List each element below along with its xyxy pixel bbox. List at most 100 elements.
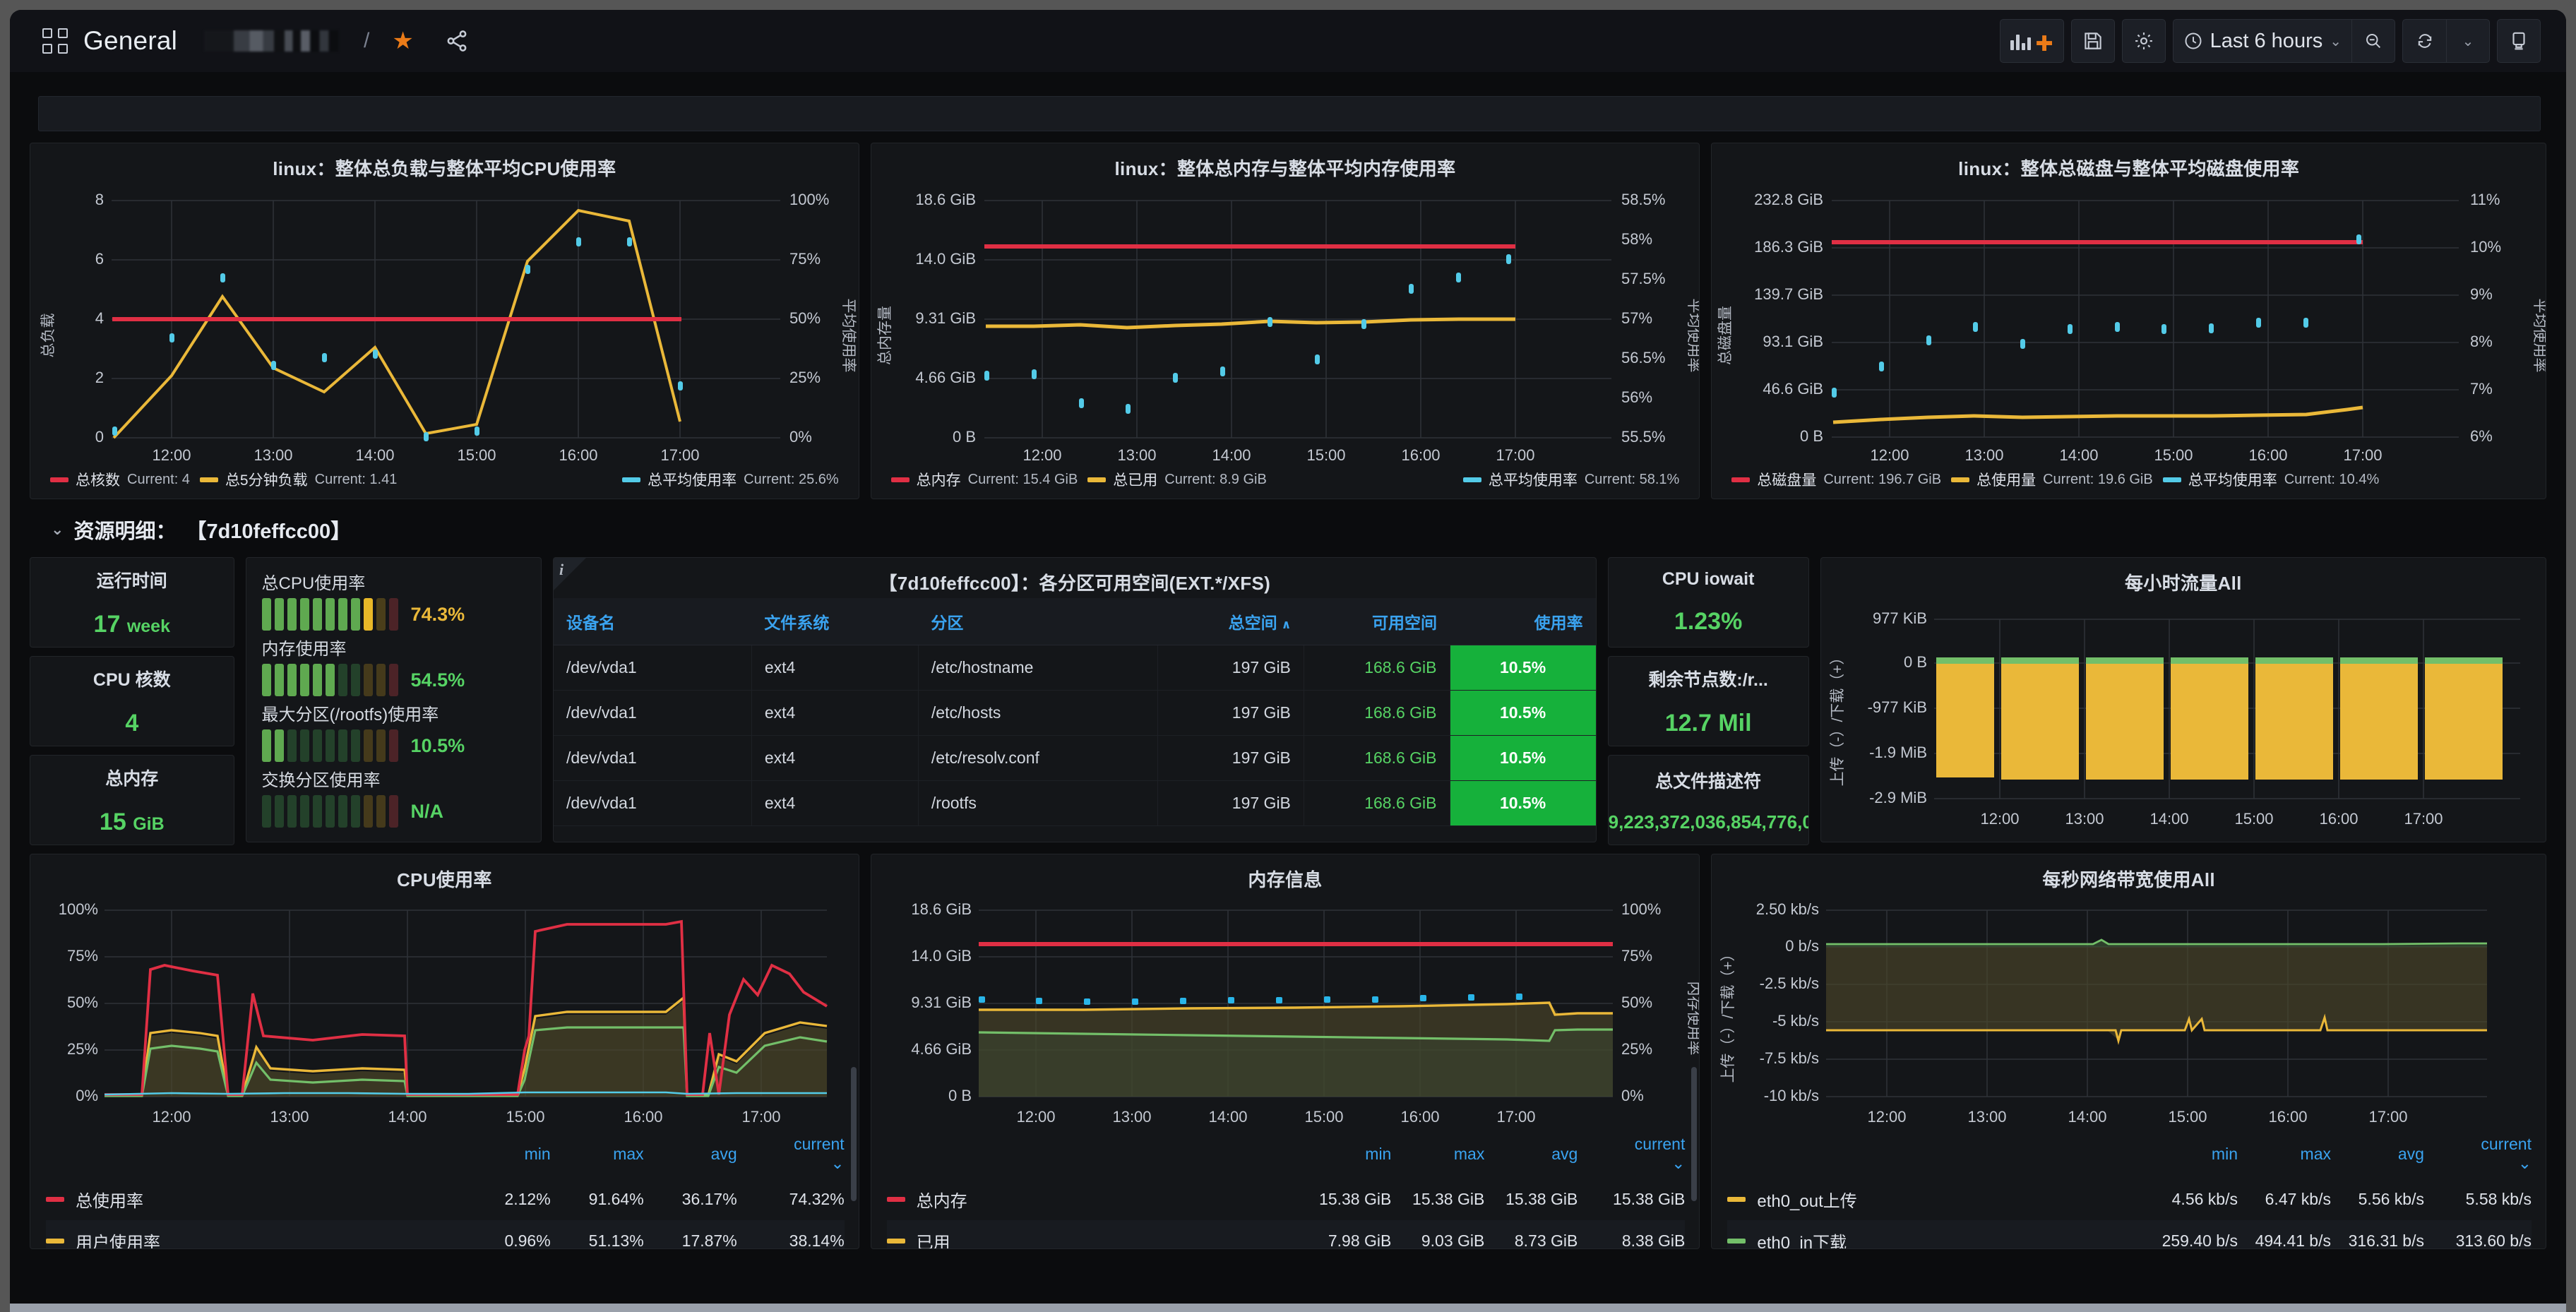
legend-row[interactable]: 总内存 15.38 GiB 15.38 GiB 15.38 GiB 15.38 … xyxy=(886,1179,1685,1220)
panel-cpu-usage[interactable]: CPU使用率 100% 75% 50% 25% 0% 12:00 13:00 1… xyxy=(30,854,859,1249)
horizontal-scrollbar[interactable] xyxy=(10,1304,2566,1312)
stat-cpu-iowait[interactable]: CPU iowait 1.23% xyxy=(1607,557,1809,648)
legend-min: 7.98 GiB xyxy=(1328,1232,1392,1249)
stat-free-inodes[interactable]: 剩余节点数:/r... 12.7 Mil xyxy=(1607,656,1809,746)
folder-name[interactable]: General xyxy=(83,26,177,56)
svg-text:12:00: 12:00 xyxy=(152,446,191,464)
legend-col-min[interactable]: min xyxy=(458,1145,551,1164)
svg-text:12:00: 12:00 xyxy=(152,1108,191,1126)
bar-gauge-cpu[interactable]: 总CPU使用率 74.3% xyxy=(261,569,525,631)
legend-row[interactable]: 用户使用率 0.96% 51.13% 17.87% 38.14% xyxy=(46,1220,845,1248)
save-dashboard-button[interactable] xyxy=(2070,19,2115,63)
col-filesystem[interactable]: 文件系统 xyxy=(751,598,919,645)
svg-text:17:00: 17:00 xyxy=(1496,1108,1535,1126)
panel-linux-load-cpu[interactable]: linux：整体总负载与整体平均CPU使用率 总负载 平均使用率 8 6 4 2… xyxy=(30,143,859,499)
svg-text:14:00: 14:00 xyxy=(1208,1108,1247,1126)
col-device[interactable]: 设备名 xyxy=(553,598,752,645)
svg-text:上传（-）/下载（+）: 上传（-）/下载（+） xyxy=(1830,650,1846,786)
legend-col-avg[interactable]: avg xyxy=(644,1145,737,1164)
panel-network-bandwidth[interactable]: 每秒网络带宽使用All 上传（-）/下载（+） 2.50 kb/s 0 b/s … xyxy=(1711,854,2546,1249)
legend-row[interactable]: eth0_in下载 259.40 b/s 494.41 b/s 316.31 b… xyxy=(1727,1220,2532,1248)
bar-gauge-rootfs[interactable]: 最大分区(/rootfs)使用率 10.5% xyxy=(261,700,525,762)
legend-value: Current: 19.6 GiB xyxy=(2043,471,2153,487)
stat-cpu-cores[interactable]: CPU 核数 4 xyxy=(30,656,234,746)
share-icon[interactable] xyxy=(445,29,469,53)
bar-gauge-memory[interactable]: 内存使用率 54.5% xyxy=(261,635,525,696)
legend-col-max[interactable]: max xyxy=(551,1145,643,1164)
add-panel-button[interactable]: ✚ xyxy=(2000,19,2064,63)
legend-item[interactable]: 总平均使用率 Current: 10.4% xyxy=(2162,469,2379,490)
time-range-label: Last 6 hours xyxy=(2210,29,2323,52)
star-icon[interactable]: ★ xyxy=(392,29,413,53)
table-row[interactable]: /dev/vda1 ext4 /etc/resolv.conf 197 GiB … xyxy=(553,735,1596,781)
legend-col-avg[interactable]: avg xyxy=(2331,1145,2424,1164)
info-icon[interactable]: i xyxy=(559,561,564,579)
refresh-button[interactable] xyxy=(2402,19,2446,63)
legend-col-current[interactable]: current ⌄ xyxy=(2424,1135,2532,1173)
legend-row[interactable]: 已用 7.98 GiB 9.03 GiB 8.73 GiB 8.38 GiB xyxy=(886,1220,1686,1249)
stat-value: 9,223,372,036,854,776,0 xyxy=(1608,811,1808,833)
legend-col-current[interactable]: current ⌄ xyxy=(737,1135,845,1173)
legend-item[interactable]: 总平均使用率 Current: 58.1% xyxy=(1462,469,1679,490)
legend-item[interactable]: 总平均使用率 Current: 25.6% xyxy=(622,469,839,490)
panel-linux-disk[interactable]: linux：整体总磁盘与整体平均磁盘使用率 总磁盘量 平均使用率 232.8 G… xyxy=(1711,143,2546,499)
legend-scrollbar[interactable] xyxy=(850,1067,857,1202)
panel-partitions-table[interactable]: i 【7d10feffcc00】：各分区可用空间(EXT.*/XFS) 设备名 … xyxy=(552,557,1597,842)
svg-text:15:00: 15:00 xyxy=(457,446,496,464)
row-section-target: 【7d10feffcc00】 xyxy=(186,520,352,543)
svg-text:0%: 0% xyxy=(1621,1087,1644,1104)
dashboard-settings-button[interactable] xyxy=(2121,19,2166,63)
legend-col-min[interactable]: min xyxy=(2145,1145,2238,1164)
kiosk-mode-button[interactable] xyxy=(2497,19,2541,63)
legend-col-max[interactable]: max xyxy=(1391,1145,1484,1164)
legend-value: Current: 25.6% xyxy=(744,471,839,487)
table-row[interactable]: /dev/vda1 ext4 /rootfs 197 GiB 168.6 GiB… xyxy=(553,780,1596,826)
legend-item[interactable]: 总磁盘量 Current: 196.7 GiB xyxy=(1731,469,1941,490)
legend-item[interactable]: 总使用量 Current: 19.6 GiB xyxy=(1951,469,2153,490)
panel-title: CPU使用率 xyxy=(396,869,492,890)
zoom-out-time-button[interactable] xyxy=(2351,19,2395,63)
stat-title: CPU 核数 xyxy=(93,669,171,690)
legend-col-max[interactable]: max xyxy=(2238,1145,2331,1164)
time-range-picker[interactable]: Last 6 hours ⌄ xyxy=(2172,19,2351,63)
legend-series-name: eth0_out上传 xyxy=(1757,1192,1857,1211)
refresh-interval-dropdown[interactable]: ⌄ xyxy=(2446,19,2490,63)
bar-gauge-value: 74.3% xyxy=(410,603,465,625)
legend-col-current[interactable]: current ⌄ xyxy=(1578,1135,1686,1173)
panel-bar-gauges[interactable]: 总CPU使用率 74.3% 内存使用率 54.5% 最大分区(/rootfs)使… xyxy=(245,557,542,842)
panel-title: 内存信息 xyxy=(1248,869,1323,890)
svg-text:6: 6 xyxy=(95,250,104,268)
panel-linux-memory[interactable]: linux：整体总内存与整体平均内存使用率 总内存量 平均使用率 18.6 Gi… xyxy=(870,143,1700,499)
legend-item[interactable]: 总已用 Current: 8.9 GiB xyxy=(1087,469,1267,490)
legend-value: Current: 1.41 xyxy=(314,471,398,487)
chart-area: 内存使用率 18.6 GiB 14.0 GiB 9.31 GiB 4.66 Gi… xyxy=(871,895,1699,1128)
clock-icon xyxy=(2185,32,2202,49)
col-total-space[interactable]: 总空间 ∧ xyxy=(1157,598,1304,645)
bar-gauge-swap[interactable]: 交换分区使用率 N/A xyxy=(261,766,525,828)
legend-item[interactable]: 总核数 Current: 4 xyxy=(50,469,190,490)
legend-col-avg[interactable]: avg xyxy=(1484,1145,1578,1164)
table-row[interactable]: /dev/vda1 ext4 /etc/hostname 197 GiB 168… xyxy=(553,645,1596,691)
stat-value: 4 xyxy=(125,709,139,736)
col-partition[interactable]: 分区 xyxy=(918,598,1158,645)
col-available-space[interactable]: 可用空间 xyxy=(1304,598,1450,645)
dashboard-title-redacted[interactable] xyxy=(204,30,339,52)
legend-row[interactable]: 总使用率 2.12% 91.64% 36.17% 74.32% xyxy=(46,1179,845,1220)
stat-value: 15 GiB xyxy=(99,808,165,835)
chart-area: 100% 75% 50% 25% 0% 12:00 13:00 14:00 15… xyxy=(30,895,859,1128)
panel-memory-info[interactable]: 内存信息 内存使用率 18.6 GiB 14.0 GiB 9.31 GiB 4.… xyxy=(870,854,1700,1249)
table-row[interactable]: /dev/vda1 ext4 /etc/hosts 197 GiB 168.6 … xyxy=(553,690,1596,736)
stat-uptime[interactable]: 运行时间 17 week xyxy=(30,557,234,648)
svg-text:0%: 0% xyxy=(76,1087,98,1104)
legend-row[interactable]: eth0_out上传 4.56 kb/s 6.47 kb/s 5.56 kb/s… xyxy=(1727,1179,2532,1220)
legend-avg: 36.17% xyxy=(681,1190,737,1208)
legend-item[interactable]: 总5分钟负载 Current: 1.41 xyxy=(199,469,398,490)
stat-total-memory[interactable]: 总内存 15 GiB xyxy=(30,755,234,845)
stat-total-file-descriptors[interactable]: 总文件描述符 9,223,372,036,854,776,0 xyxy=(1607,755,1809,845)
legend-item[interactable]: 总内存 Current: 15.4 GiB xyxy=(890,469,1078,490)
row-section-header[interactable]: ⌄ 资源明细： 【7d10feffcc00】 xyxy=(30,499,2546,557)
legend-scrollbar[interactable] xyxy=(1691,1067,1698,1202)
panel-hourly-traffic[interactable]: 每小时流量All 上传（-）/下载（+） 977 KiB 0 B -977 Ki… xyxy=(1820,557,2546,842)
col-usage[interactable]: 使用率 xyxy=(1450,598,1596,645)
legend-col-min[interactable]: min xyxy=(1298,1145,1391,1164)
